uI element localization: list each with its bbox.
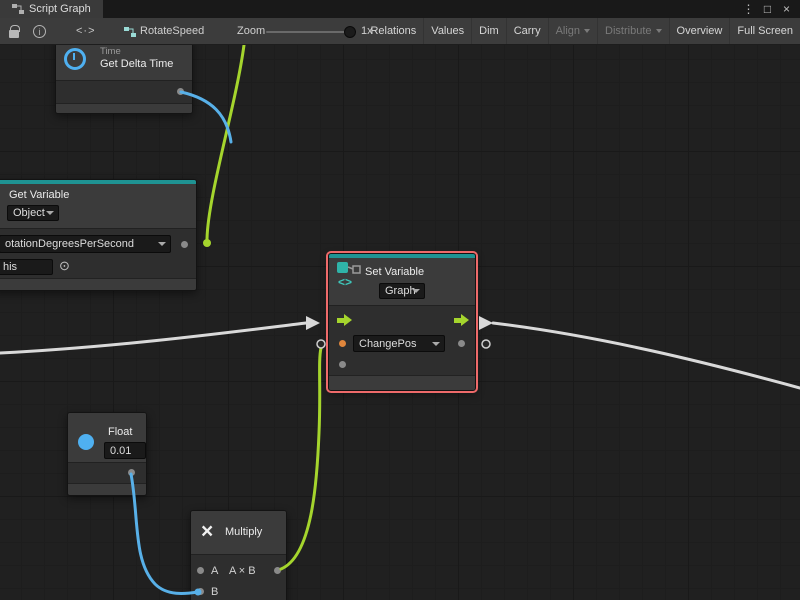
- node-footer: [68, 483, 146, 495]
- toolbar-button-fullscreen[interactable]: Full Screen: [729, 18, 800, 44]
- value-in-ring: [317, 340, 325, 348]
- node-multiply[interactable]: × Multiply A A × B B: [190, 510, 287, 600]
- node-title: Set Variable: [365, 266, 424, 278]
- toolbar-button-distribute: Distribute: [597, 18, 668, 44]
- script-graph-icon: [12, 4, 24, 14]
- button-label: Relations: [370, 25, 416, 37]
- toolbar-buttons: Relations Values Dim Carry Align Distrib…: [363, 18, 800, 44]
- float-value-field[interactable]: 0.01: [104, 442, 146, 459]
- node-footer: [329, 375, 475, 390]
- menu-kebab-icon[interactable]: ⋮: [741, 2, 756, 16]
- variable-scope-dropdown[interactable]: Graph: [379, 283, 425, 299]
- zoom-slider[interactable]: [266, 31, 352, 33]
- toolbar-button-carry[interactable]: Carry: [506, 18, 548, 44]
- node-get-delta-time[interactable]: Time Get Delta Time: [55, 45, 193, 114]
- tab-title: Script Graph: [29, 3, 91, 15]
- graph-toolbar: i <·> RotateSpeed Zoom 1x Relations Valu…: [0, 18, 800, 45]
- button-label: Overview: [677, 25, 723, 37]
- maximize-icon[interactable]: □: [760, 2, 775, 16]
- variable-scope-dropdown[interactable]: Object: [7, 205, 59, 221]
- get-variable-output-port[interactable]: [181, 241, 188, 248]
- output-label: A × B: [229, 565, 256, 577]
- node-title: Float: [108, 426, 132, 438]
- wire-flow-in[interactable]: [0, 323, 306, 353]
- value-input-port[interactable]: [339, 340, 346, 347]
- zoom-slider-handle[interactable]: [344, 26, 356, 38]
- close-icon[interactable]: ×: [779, 2, 794, 16]
- wire-value-multiply-to-setvariable[interactable]: [281, 348, 321, 569]
- tab-script-graph[interactable]: Script Graph: [0, 0, 103, 18]
- float-value: 0.01: [110, 445, 131, 457]
- button-label: Align: [556, 25, 580, 37]
- flow-output-port[interactable]: [454, 314, 469, 327]
- target-object-field[interactable]: his: [0, 259, 53, 275]
- button-label: Full Screen: [737, 25, 793, 37]
- chevron-down-icon: [656, 29, 662, 33]
- wire-end-dot: [203, 239, 211, 247]
- float-type-icon: [78, 434, 94, 450]
- button-label: Dim: [479, 25, 499, 37]
- scope-value: Graph: [385, 285, 416, 297]
- divider: [68, 462, 146, 463]
- embed-icon[interactable]: <·>: [76, 25, 96, 37]
- delta-time-output-port[interactable]: [177, 88, 184, 95]
- toolbar-button-overview[interactable]: Overview: [669, 18, 730, 44]
- value-out-ring: [482, 340, 490, 348]
- graph-canvas[interactable]: Time Get Delta Time Get Variable Object …: [0, 45, 800, 600]
- graph-name: RotateSpeed: [140, 25, 204, 37]
- fallback-input-port[interactable]: [339, 361, 346, 368]
- node-footer: [56, 103, 192, 113]
- divider: [0, 228, 196, 229]
- output-port[interactable]: [274, 567, 281, 574]
- target-value: his: [3, 261, 17, 273]
- window-controls: ⋮ □ ×: [741, 0, 800, 18]
- flow-out-arrowhead: [479, 316, 493, 330]
- flow-input-port[interactable]: [337, 314, 352, 327]
- lock-icon[interactable]: [9, 30, 19, 38]
- node-caption: Time: [100, 46, 121, 57]
- variable-name: ChangePos: [359, 338, 417, 350]
- float-output-port[interactable]: [128, 469, 135, 476]
- divider: [329, 305, 475, 306]
- divider: [191, 554, 286, 555]
- node-get-variable[interactable]: Get Variable Object otationDegreesPerSec…: [0, 179, 197, 291]
- toolbar-button-dim[interactable]: Dim: [471, 18, 506, 44]
- node-float[interactable]: Float 0.01: [67, 412, 147, 496]
- zoom-label: Zoom: [237, 25, 265, 37]
- button-label: Carry: [514, 25, 541, 37]
- input-a-port[interactable]: [197, 567, 204, 574]
- time-clock-icon: [64, 48, 86, 70]
- variable-name-dropdown[interactable]: otationDegreesPerSecond: [0, 235, 171, 253]
- graph-asset-icon: [124, 27, 136, 37]
- variable-name-dropdown[interactable]: ChangePos: [353, 335, 445, 352]
- chevron-down-icon: [584, 29, 590, 33]
- input-b-port[interactable]: [197, 588, 204, 595]
- input-b-label: B: [211, 586, 218, 598]
- wire-flow-out[interactable]: [493, 323, 800, 388]
- toolbar-button-values[interactable]: Values: [423, 18, 471, 44]
- node-title: Multiply: [225, 526, 262, 538]
- divider: [56, 80, 192, 81]
- window-tabbar: Script Graph ⋮ □ ×: [0, 0, 800, 18]
- button-label: Values: [431, 25, 464, 37]
- flow-in-arrowhead: [306, 316, 320, 330]
- variable-name: otationDegreesPerSecond: [5, 238, 134, 250]
- scope-value: Object: [13, 207, 45, 219]
- node-title: Get Delta Time: [100, 58, 173, 70]
- multiply-icon: ×: [201, 521, 213, 542]
- button-label: Distribute: [605, 25, 651, 37]
- node-footer: [0, 278, 196, 290]
- node-set-variable[interactable]: <> Set Variable Graph ChangePos: [328, 253, 476, 391]
- toolbar-button-relations[interactable]: Relations: [363, 18, 423, 44]
- value-output-port[interactable]: [458, 340, 465, 347]
- node-title: Get Variable: [9, 189, 69, 201]
- info-glyph: i: [39, 27, 41, 37]
- wire-value-rotation[interactable]: [207, 45, 244, 239]
- object-picker-icon[interactable]: ⊙: [59, 259, 70, 272]
- toolbar-button-align: Align: [548, 18, 597, 44]
- graph-scope-icon: <>: [338, 275, 352, 289]
- info-icon[interactable]: i: [33, 25, 46, 38]
- input-a-label: A: [211, 565, 218, 577]
- variable-node-icon: [336, 261, 362, 276]
